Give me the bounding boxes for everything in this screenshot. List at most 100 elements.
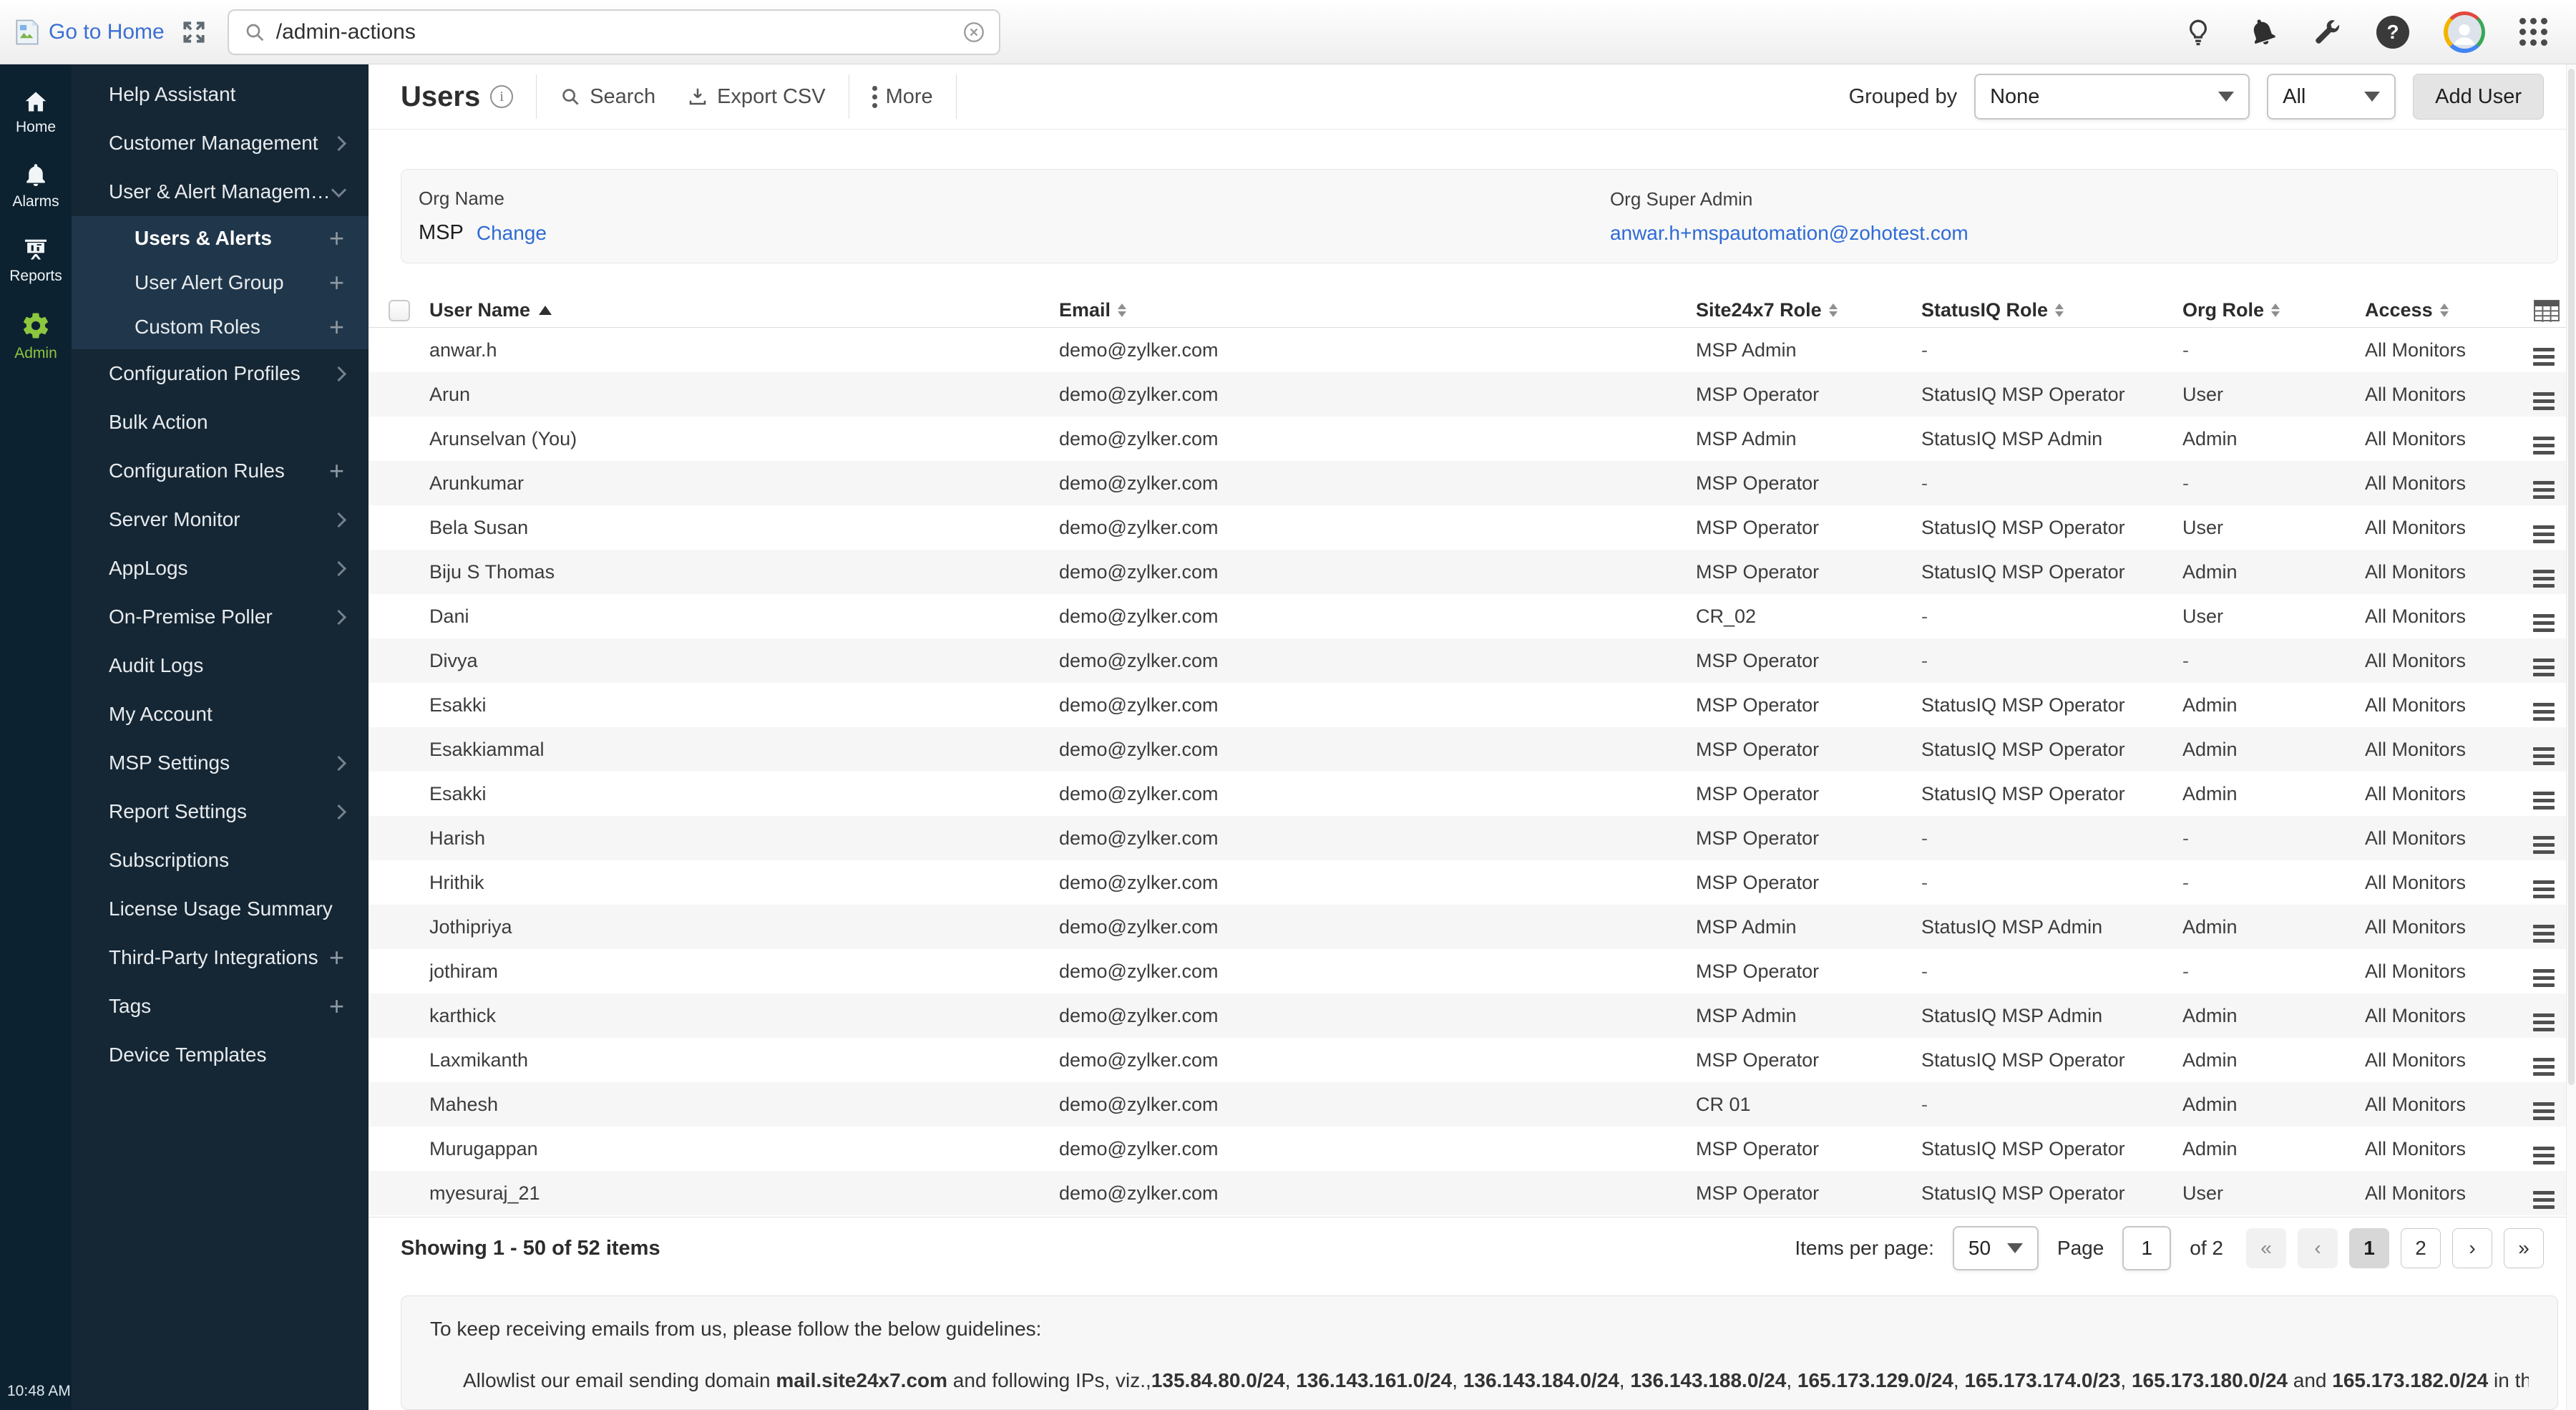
table-row[interactable]: Murugappandemo@zylker.comMSP OperatorSta… [369, 1127, 2576, 1171]
row-menu-icon[interactable] [2533, 437, 2555, 454]
help-icon[interactable]: ? [2376, 16, 2409, 49]
search-action[interactable]: Search [560, 85, 655, 109]
expand-plus-icon[interactable]: + [329, 314, 344, 340]
menu-item-bulk-action[interactable]: Bulk Action [72, 398, 369, 447]
menu-item-help-assistant[interactable]: Help Assistant [72, 70, 369, 119]
table-row[interactable]: karthickdemo@zylker.comMSP AdminStatusIQ… [369, 993, 2576, 1038]
expand-plus-icon[interactable]: + [329, 458, 344, 484]
row-menu-icon[interactable] [2533, 969, 2555, 987]
row-menu-icon[interactable] [2533, 392, 2555, 410]
expand-plus-icon[interactable]: + [329, 993, 344, 1019]
fullscreen-expand-icon[interactable] [180, 19, 208, 46]
rail-item-admin[interactable]: Admin [14, 311, 57, 362]
rail-item-alarms[interactable]: Alarms [12, 162, 59, 210]
page-2[interactable]: 2 [2401, 1228, 2441, 1268]
menu-item-custom-roles[interactable]: Custom Roles+ [72, 305, 369, 349]
menu-item-configuration-rules[interactable]: Configuration Rules+ [72, 447, 369, 495]
lightbulb-icon[interactable] [2183, 17, 2213, 47]
table-row[interactable]: Maheshdemo@zylker.comCR 01-AdminAll Moni… [369, 1082, 2576, 1127]
table-row[interactable]: Esakkiammaldemo@zylker.comMSP OperatorSt… [369, 727, 2576, 772]
column-header-access[interactable]: Access [2365, 299, 2533, 321]
grouped-by-select[interactable]: None [1974, 74, 2250, 120]
table-row[interactable]: anwar.hdemo@zylker.comMSP Admin--All Mon… [369, 328, 2576, 372]
items-per-page-select[interactable]: 50 [1953, 1226, 2039, 1270]
menu-item-configuration-profiles[interactable]: Configuration Profiles [72, 349, 369, 398]
menu-item-device-templates[interactable]: Device Templates [72, 1031, 369, 1079]
menu-item-audit-logs[interactable]: Audit Logs [72, 641, 369, 690]
menu-item-server-monitor[interactable]: Server Monitor [72, 495, 369, 544]
table-row[interactable]: Biju S Thomasdemo@zylker.comMSP Operator… [369, 550, 2576, 594]
table-row[interactable]: Esakkidemo@zylker.comMSP OperatorStatusI… [369, 683, 2576, 727]
table-row[interactable]: Jothipriyademo@zylker.comMSP AdminStatus… [369, 905, 2576, 949]
row-menu-icon[interactable] [2533, 1191, 2555, 1209]
rail-item-reports[interactable]: Reports [9, 236, 62, 285]
menu-item-license-usage-summary[interactable]: License Usage Summary [72, 885, 369, 933]
info-icon[interactable]: i [490, 85, 513, 108]
row-menu-icon[interactable] [2533, 525, 2555, 543]
menu-item-third-party-integrations[interactable]: Third-Party Integrations+ [72, 933, 369, 982]
select-all-checkbox[interactable] [389, 300, 410, 321]
page-number-input[interactable] [2122, 1226, 2171, 1270]
admin-wrench-icon[interactable] [2312, 17, 2342, 47]
export-csv-action[interactable]: Export CSV [687, 85, 826, 109]
page-next[interactable]: › [2452, 1228, 2492, 1268]
row-menu-icon[interactable] [2533, 658, 2555, 676]
column-header-statusiq-role[interactable]: StatusIQ Role [1921, 299, 2182, 321]
table-row[interactable]: Arunselvan (You)demo@zylker.comMSP Admin… [369, 417, 2576, 461]
expand-plus-icon[interactable]: + [329, 270, 344, 296]
apps-grid-icon[interactable] [2519, 18, 2547, 46]
menu-item-my-account[interactable]: My Account [72, 690, 369, 739]
column-header-org-role[interactable]: Org Role [2182, 299, 2365, 321]
rail-item-home[interactable]: Home [16, 89, 56, 136]
table-row[interactable]: Divyademo@zylker.comMSP Operator--All Mo… [369, 638, 2576, 683]
expand-plus-icon[interactable]: + [329, 945, 344, 971]
table-row[interactable]: Danidemo@zylker.comCR_02-UserAll Monitor… [369, 594, 2576, 638]
row-menu-icon[interactable] [2533, 348, 2555, 366]
page-first[interactable]: « [2246, 1228, 2286, 1268]
table-row[interactable]: myesuraj_21demo@zylker.comMSP OperatorSt… [369, 1171, 2576, 1215]
row-menu-icon[interactable] [2533, 880, 2555, 898]
menu-item-tags[interactable]: Tags+ [72, 982, 369, 1031]
page-last[interactable]: » [2504, 1228, 2544, 1268]
filter-select[interactable]: All [2267, 74, 2396, 120]
row-menu-icon[interactable] [2533, 703, 2555, 721]
menu-item-customer-management[interactable]: Customer Management [72, 119, 369, 167]
row-menu-icon[interactable] [2533, 481, 2555, 499]
row-menu-icon[interactable] [2533, 1013, 2555, 1031]
page-1[interactable]: 1 [2349, 1228, 2389, 1268]
table-row[interactable]: Bela Susandemo@zylker.comMSP OperatorSta… [369, 505, 2576, 550]
notifications-bell-icon[interactable] [2248, 17, 2278, 47]
row-menu-icon[interactable] [2533, 836, 2555, 854]
menu-item-user-alert-group[interactable]: User Alert Group+ [72, 261, 369, 305]
home-link[interactable]: Go to Home [11, 16, 165, 48]
column-header-user-name[interactable]: User Name [429, 299, 1059, 321]
org-super-admin-email[interactable]: anwar.h+mspautomation@zohotest.com [1610, 222, 1968, 245]
table-row[interactable]: Arundemo@zylker.comMSP OperatorStatusIQ … [369, 372, 2576, 417]
more-action[interactable]: More [872, 85, 933, 109]
menu-item-applogs[interactable]: AppLogs [72, 544, 369, 593]
row-menu-icon[interactable] [2533, 1058, 2555, 1076]
row-menu-icon[interactable] [2533, 1147, 2555, 1165]
search-input[interactable] [276, 20, 962, 44]
table-row[interactable]: Arunkumardemo@zylker.comMSP Operator--Al… [369, 461, 2576, 505]
menu-item-user-alert-management[interactable]: User & Alert Management [72, 167, 369, 216]
row-menu-icon[interactable] [2533, 747, 2555, 765]
menu-item-on-premise-poller[interactable]: On-Premise Poller [72, 593, 369, 641]
row-menu-icon[interactable] [2533, 614, 2555, 632]
row-menu-icon[interactable] [2533, 1102, 2555, 1120]
row-menu-icon[interactable] [2533, 925, 2555, 943]
column-header-email[interactable]: Email [1059, 299, 1696, 321]
table-row[interactable]: Hrithikdemo@zylker.comMSP Operator--All … [369, 860, 2576, 905]
menu-item-users-alerts[interactable]: Users & Alerts+ [72, 216, 369, 261]
row-menu-icon[interactable] [2533, 570, 2555, 588]
expand-plus-icon[interactable]: + [329, 225, 344, 251]
column-header-site24x7-role[interactable]: Site24x7 Role [1696, 299, 1921, 321]
table-row[interactable]: Harishdemo@zylker.comMSP Operator--All M… [369, 816, 2576, 860]
table-row[interactable]: Laxmikanthdemo@zylker.comMSP OperatorSta… [369, 1038, 2576, 1082]
menu-item-msp-settings[interactable]: MSP Settings [72, 739, 369, 787]
add-user-button[interactable]: Add User [2413, 74, 2544, 120]
clear-search-icon[interactable] [962, 20, 986, 44]
page-prev[interactable]: ‹ [2298, 1228, 2338, 1268]
table-row[interactable]: jothiramdemo@zylker.comMSP Operator--All… [369, 949, 2576, 993]
change-org-link[interactable]: Change [477, 222, 547, 245]
